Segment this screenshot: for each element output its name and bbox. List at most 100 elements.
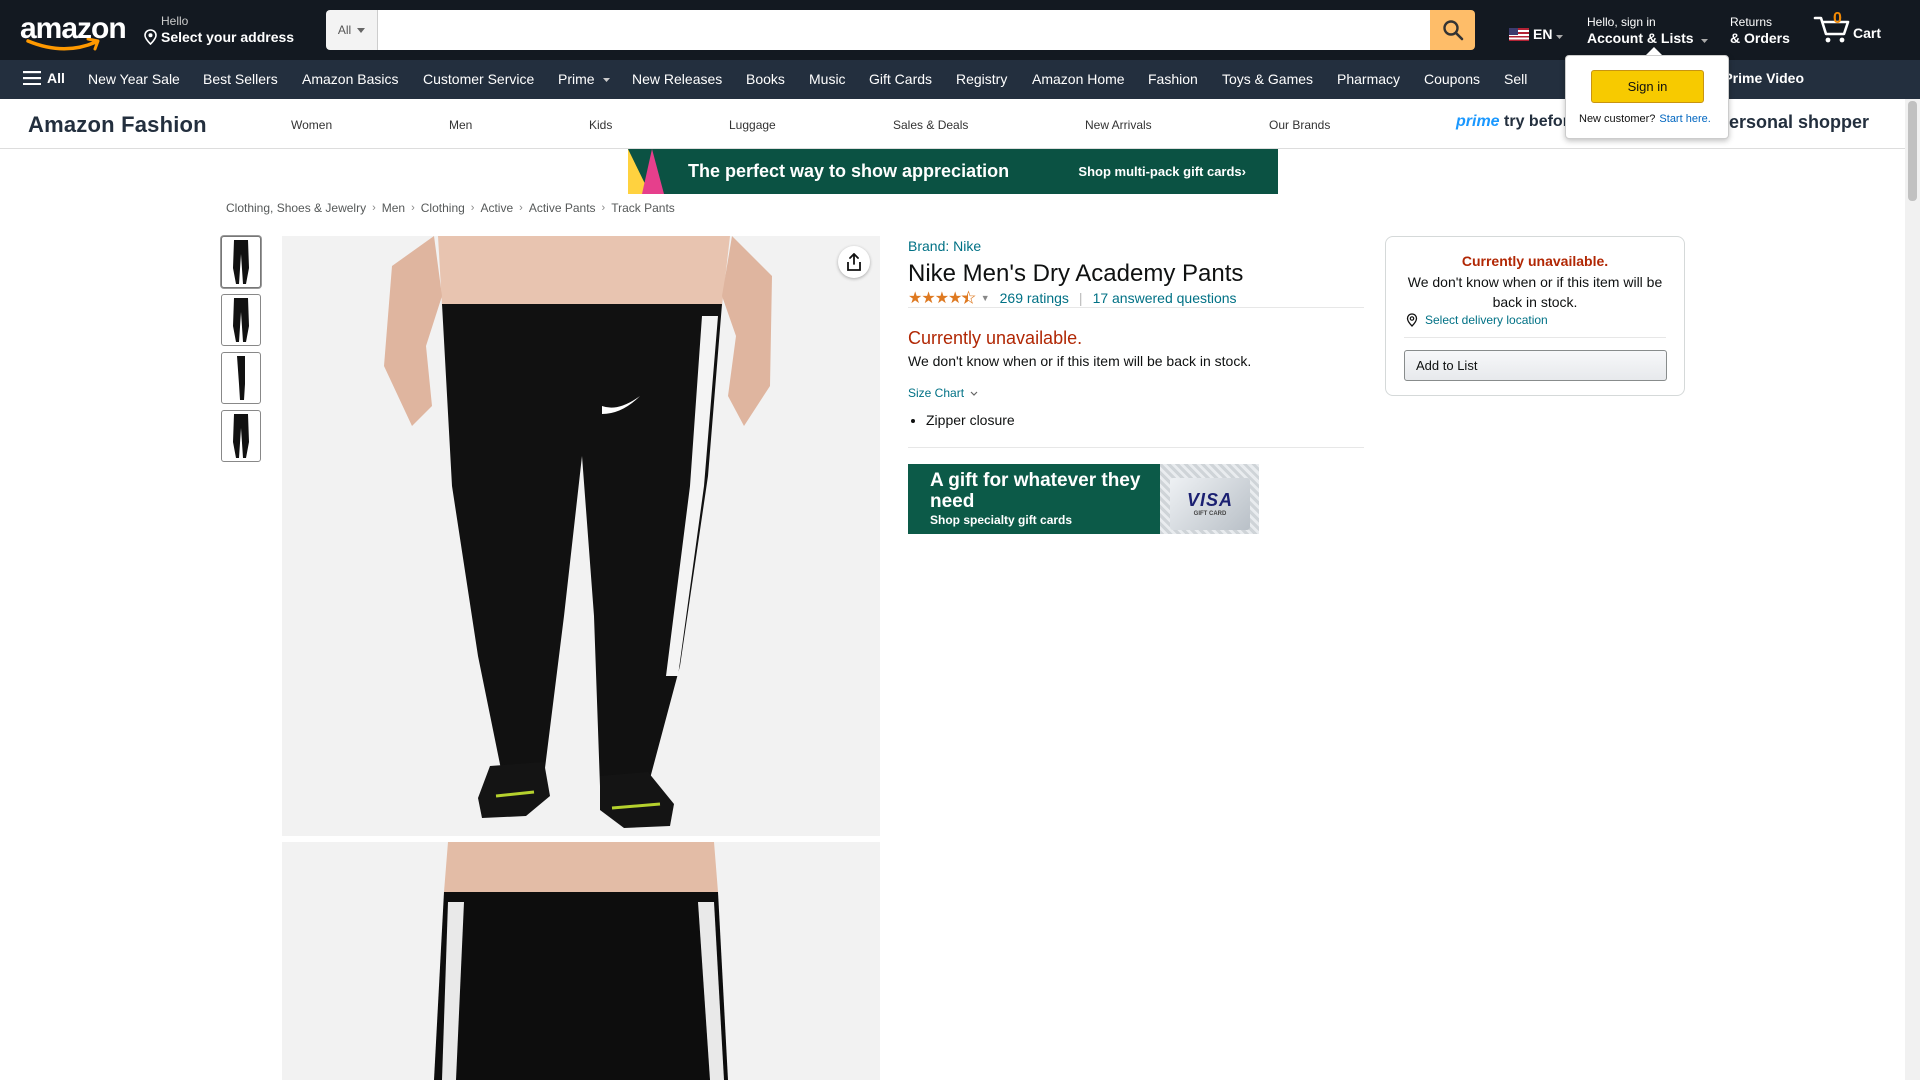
pants-back-image bbox=[434, 842, 728, 1080]
nav-item-prime[interactable]: Prime bbox=[558, 71, 611, 87]
nav-item-toys-games[interactable]: Toys & Games bbox=[1222, 71, 1313, 87]
fashion-nav-women[interactable]: Women bbox=[291, 118, 332, 132]
start-here-link[interactable]: Start here. bbox=[1659, 113, 1710, 125]
nav-item-coupons[interactable]: Coupons bbox=[1424, 71, 1480, 87]
amazon-logo[interactable]: amazon bbox=[20, 14, 127, 51]
nav-item-customer-service[interactable]: Customer Service bbox=[423, 71, 534, 87]
breadcrumb-clothing-shoes-jewelry[interactable]: Clothing, Shoes & Jewelry bbox=[226, 201, 366, 215]
size-chart-link[interactable]: Size Chart bbox=[908, 386, 978, 400]
pants-thumbnail-icon bbox=[233, 298, 249, 342]
returns-label: Returns bbox=[1730, 15, 1773, 29]
gift-card-banner[interactable]: The perfect way to show appreciation Sho… bbox=[628, 149, 1278, 194]
location-pin-icon bbox=[1406, 313, 1418, 327]
prime-try-before-link[interactable]: prime try before bbox=[1456, 113, 1578, 131]
scrollbar-thumb[interactable] bbox=[1908, 101, 1917, 201]
nav-item-new-year-sale[interactable]: New Year Sale bbox=[88, 71, 180, 87]
breadcrumb-men[interactable]: Men bbox=[382, 201, 405, 215]
ratings-count-link[interactable]: 269 ratings bbox=[1000, 290, 1069, 306]
all-menu-button[interactable]: All bbox=[23, 70, 65, 86]
language-label: EN bbox=[1533, 26, 1553, 42]
breadcrumb-active[interactable]: Active bbox=[480, 201, 513, 215]
buybox-note: We don't know when or if this item will … bbox=[1407, 274, 1663, 310]
breadcrumb-separator: › bbox=[601, 202, 606, 214]
us-flag-icon bbox=[1509, 27, 1529, 41]
pants-image bbox=[384, 236, 772, 828]
nav-item-fashion[interactable]: Fashion bbox=[1148, 71, 1198, 87]
gift-ad-subline: Shop specialty gift cards bbox=[930, 513, 1073, 527]
product-thumbnail[interactable] bbox=[221, 352, 261, 404]
select-delivery-location-link[interactable]: Select delivery location bbox=[1405, 313, 1548, 327]
product-title: Nike Men's Dry Academy Pants bbox=[908, 260, 1244, 287]
brand-link[interactable]: Brand: Nike bbox=[908, 238, 981, 254]
breadcrumb-track-pants[interactable]: Track Pants bbox=[611, 201, 675, 215]
visa-logo: VISA bbox=[1186, 490, 1233, 510]
cart-icon bbox=[1813, 16, 1850, 43]
deliver-greeting: Hello bbox=[161, 14, 189, 28]
breadcrumb-clothing[interactable]: Clothing bbox=[421, 201, 465, 215]
prime-wordmark: prime bbox=[1456, 113, 1500, 130]
divider-bar: | bbox=[1078, 289, 1083, 306]
language-selector[interactable]: EN bbox=[1509, 26, 1564, 42]
gift-card-text: GIFT CARD bbox=[1193, 511, 1227, 517]
product-thumbnail[interactable] bbox=[221, 294, 261, 346]
main-product-image[interactable] bbox=[282, 236, 880, 836]
delivery-address[interactable]: Hello Select your address bbox=[143, 14, 303, 46]
search-bar: All bbox=[326, 10, 1475, 50]
page-scrollbar[interactable] bbox=[1905, 99, 1920, 1080]
nav-item-amazon-basics[interactable]: Amazon Basics bbox=[302, 71, 398, 87]
nav-item-amazon-home[interactable]: Amazon Home bbox=[1032, 71, 1125, 87]
nav-item-music[interactable]: Music bbox=[809, 71, 846, 87]
returns-orders[interactable]: Returns & Orders bbox=[1730, 15, 1790, 47]
breadcrumb-active-pants[interactable]: Active Pants bbox=[529, 201, 596, 215]
rating-row: ★★★★★ ▼ 269 ratings | 17 answered questi… bbox=[908, 288, 1364, 308]
search-input[interactable] bbox=[378, 10, 1430, 50]
banner-stripe-pink bbox=[642, 149, 664, 194]
smile-icon bbox=[26, 38, 100, 51]
personal-shopper-link[interactable]: personal shopper bbox=[1718, 112, 1869, 133]
account-lists-label: Account & Lists bbox=[1587, 30, 1694, 46]
share-button[interactable] bbox=[838, 246, 870, 278]
search-category-dropdown[interactable]: All bbox=[326, 10, 378, 50]
signin-button[interactable]: Sign in bbox=[1591, 70, 1704, 103]
cart[interactable]: 0 Cart bbox=[1813, 10, 1882, 44]
fashion-nav-our-brands[interactable]: Our Brands bbox=[1269, 118, 1330, 132]
orders-label: & Orders bbox=[1730, 30, 1790, 46]
nav-item-books[interactable]: Books bbox=[746, 71, 785, 87]
gift-ad-headline: A gift for whatever they need bbox=[930, 470, 1141, 512]
add-to-list-button[interactable]: Add to List bbox=[1404, 350, 1667, 381]
select-delivery-label: Select delivery location bbox=[1425, 313, 1548, 327]
cart-count: 0 bbox=[1833, 10, 1842, 27]
nav-item-sell[interactable]: Sell bbox=[1504, 71, 1527, 87]
product-thumbnail[interactable] bbox=[221, 410, 261, 462]
product-thumbnail[interactable] bbox=[221, 236, 261, 288]
gift-card-ad[interactable]: A gift for whatever they need Shop speci… bbox=[908, 464, 1259, 534]
fashion-nav-new-arrivals[interactable]: New Arrivals bbox=[1085, 118, 1152, 132]
fashion-nav-luggage[interactable]: Luggage bbox=[729, 118, 776, 132]
location-pin-icon bbox=[144, 29, 157, 45]
secondary-product-image[interactable] bbox=[282, 842, 880, 1080]
fashion-nav-sales-deals[interactable]: Sales & Deals bbox=[893, 118, 968, 132]
hamburger-icon bbox=[23, 71, 41, 85]
buybox-availability: Currently unavailable. bbox=[1461, 253, 1609, 269]
star-rating-icon[interactable]: ★★★★★ bbox=[908, 288, 976, 308]
search-category-label: All bbox=[337, 23, 352, 37]
fashion-title[interactable]: Amazon Fashion bbox=[28, 112, 207, 138]
account-lists[interactable]: Hello, sign in Account & Lists bbox=[1587, 15, 1709, 47]
breadcrumb: Clothing, Shoes & Jewelry › Men › Clothing… bbox=[226, 201, 675, 215]
nav-item-gift-cards[interactable]: Gift Cards bbox=[869, 71, 932, 87]
pants-side-thumbnail-icon bbox=[237, 356, 245, 400]
nav-item-pharmacy[interactable]: Pharmacy bbox=[1337, 71, 1400, 87]
answered-questions-link[interactable]: 17 answered questions bbox=[1093, 290, 1237, 306]
chevron-down-icon[interactable]: ▼ bbox=[981, 293, 990, 303]
nav-item-best-sellers[interactable]: Best Sellers bbox=[203, 71, 278, 87]
breadcrumb-separator: › bbox=[519, 202, 523, 214]
cart-label: Cart bbox=[1853, 25, 1882, 41]
nav-item-registry[interactable]: Registry bbox=[956, 71, 1007, 87]
search-icon bbox=[1442, 20, 1463, 41]
fashion-nav-men[interactable]: Men bbox=[449, 118, 472, 132]
search-button[interactable] bbox=[1430, 10, 1475, 50]
nav-item-new-releases[interactable]: New Releases bbox=[632, 71, 722, 87]
caret-down-icon bbox=[1701, 39, 1709, 43]
buy-box: Currently unavailable. We don't know whe… bbox=[1385, 236, 1685, 396]
fashion-nav-kids[interactable]: Kids bbox=[589, 118, 612, 132]
